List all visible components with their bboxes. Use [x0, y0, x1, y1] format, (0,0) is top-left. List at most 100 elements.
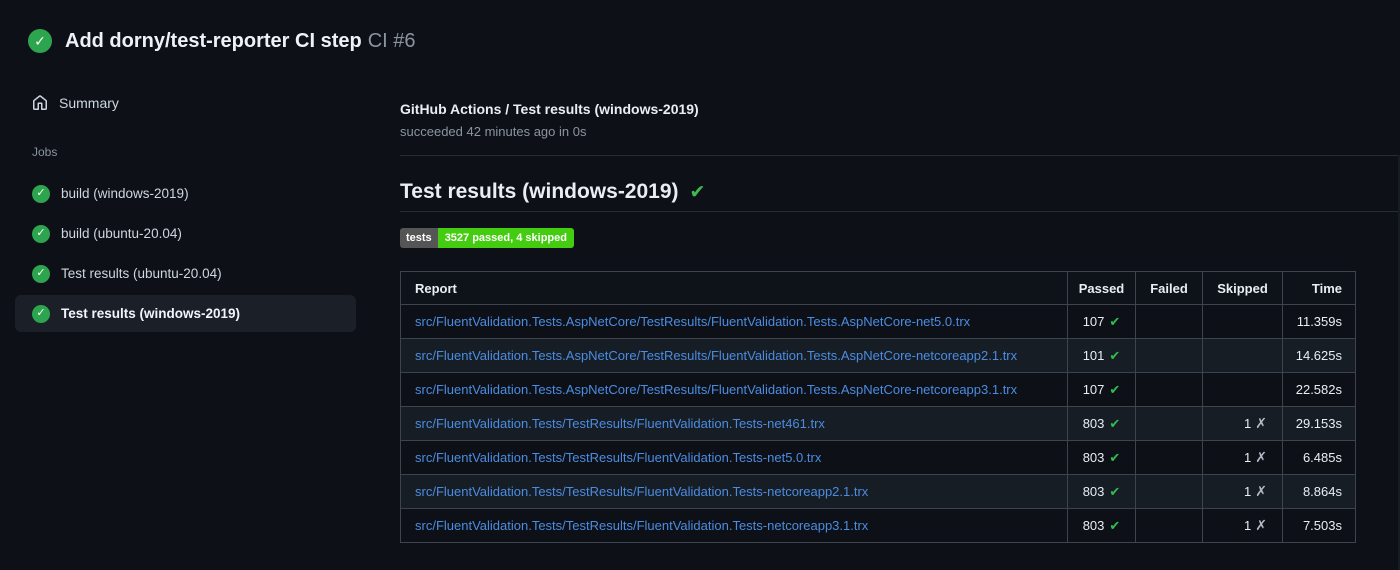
sidebar-summary-label: Summary: [59, 95, 119, 111]
check-icon: ✔: [1109, 517, 1121, 533]
sidebar-item-test-results-windows[interactable]: ✓ Test results (windows-2019): [15, 295, 356, 332]
skipped-cell: [1202, 372, 1283, 407]
passed-count: 803: [1082, 415, 1105, 431]
check-glyph: ✓: [34, 33, 46, 49]
time-cell: 29.153s: [1282, 406, 1356, 441]
check-icon: ✔: [1109, 415, 1121, 431]
time-cell: 8.864s: [1282, 474, 1356, 509]
run-number: CI #6: [367, 29, 416, 52]
badge-label: tests: [400, 228, 438, 248]
passed-cell: 803 ✔: [1067, 508, 1136, 543]
jobs-section-label: Jobs: [32, 145, 58, 159]
test-results-table: Report Passed Failed Skipped Time src/Fl…: [400, 271, 1356, 543]
skipped-count: 1: [1244, 484, 1252, 499]
report-link[interactable]: src/FluentValidation.Tests.AspNetCore/Te…: [415, 348, 1017, 363]
failed-cell: [1135, 406, 1203, 441]
time-cell: 14.625s: [1282, 338, 1356, 373]
passed-cell: 803 ✔: [1067, 406, 1136, 441]
check-glyph: ✓: [36, 187, 46, 199]
sidebar-item-test-results-ubuntu[interactable]: ✓ Test results (ubuntu-20.04): [15, 255, 356, 292]
skipped-cell: 1 ✗: [1202, 406, 1283, 441]
time-cell: 22.582s: [1282, 372, 1356, 407]
badge-value: 3527 passed, 4 skipped: [437, 228, 574, 248]
skipped-cell: 1 ✗: [1202, 440, 1283, 475]
report-link[interactable]: src/FluentValidation.Tests.AspNetCore/Te…: [415, 382, 1017, 397]
passed-count: 107: [1082, 381, 1105, 397]
job-label: Test results (windows-2019): [61, 306, 241, 321]
skipped-count: 1: [1244, 518, 1252, 533]
check-icon: ✔: [1109, 313, 1121, 329]
column-header-report: Report: [400, 271, 1068, 305]
sidebar: Summary Jobs ✓ build (windows-2019) ✓ bu…: [15, 85, 356, 335]
report-link[interactable]: src/FluentValidation.Tests.AspNetCore/Te…: [415, 314, 970, 329]
report-link[interactable]: src/FluentValidation.Tests/TestResults/F…: [415, 518, 868, 533]
table-row: src/FluentValidation.Tests/TestResults/F…: [400, 474, 1356, 509]
check-icon: ✔: [1109, 347, 1121, 363]
tests-badge: tests 3527 passed, 4 skipped: [400, 228, 574, 248]
job-success-icon: ✓: [32, 264, 50, 283]
report-link[interactable]: src/FluentValidation.Tests/TestResults/F…: [415, 484, 868, 499]
run-status-text: succeeded 42 minutes ago in 0s: [400, 124, 587, 139]
check-glyph: ✓: [36, 227, 46, 239]
divider: [400, 155, 1400, 156]
check-icon: ✔: [1109, 483, 1121, 499]
time-cell: 7.503s: [1282, 508, 1356, 543]
table-row: src/FluentValidation.Tests.AspNetCore/Te…: [400, 304, 1356, 339]
passed-cell: 803 ✔: [1067, 440, 1136, 475]
skipped-cell: [1202, 338, 1283, 373]
cross-icon: ✗: [1255, 517, 1267, 533]
table-row: src/FluentValidation.Tests.AspNetCore/Te…: [400, 338, 1356, 373]
failed-cell: [1135, 372, 1203, 407]
passed-count: 803: [1082, 483, 1105, 499]
run-title-text: Add dorny/test-reporter CI step: [65, 29, 362, 52]
passed-count: 803: [1082, 517, 1105, 533]
table-row: src/FluentValidation.Tests/TestResults/F…: [400, 406, 1356, 441]
check-icon: ✔: [1109, 381, 1121, 397]
skipped-count: 1: [1244, 416, 1252, 431]
cross-icon: ✗: [1255, 449, 1267, 465]
section-title: Test results (windows-2019) ✔: [400, 180, 705, 204]
sidebar-item-build-ubuntu[interactable]: ✓ build (ubuntu-20.04): [15, 215, 356, 252]
page-title: Add dorny/test-reporter CI step CI #6: [65, 30, 416, 53]
job-success-icon: ✓: [32, 224, 50, 243]
passed-count: 101: [1082, 347, 1105, 363]
run-header: ✓ Add dorny/test-reporter CI step CI #6: [28, 29, 416, 53]
passed-cell: 803 ✔: [1067, 474, 1136, 509]
table-row: src/FluentValidation.Tests/TestResults/F…: [400, 440, 1356, 475]
job-label: build (windows-2019): [61, 186, 189, 201]
skipped-cell: [1202, 304, 1283, 339]
failed-cell: [1135, 338, 1203, 373]
job-list: ✓ build (windows-2019) ✓ build (ubuntu-2…: [15, 175, 356, 332]
section-check-icon: ✔: [689, 182, 706, 203]
run-success-icon: ✓: [28, 29, 52, 53]
failed-cell: [1135, 508, 1203, 543]
cross-icon: ✗: [1255, 415, 1267, 431]
divider: [400, 211, 1400, 212]
job-success-icon: ✓: [32, 304, 50, 323]
column-header-skipped: Skipped: [1202, 271, 1283, 305]
section-title-text: Test results (windows-2019): [400, 180, 679, 203]
passed-cell: 107 ✔: [1067, 304, 1136, 339]
column-header-failed: Failed: [1135, 271, 1203, 305]
skipped-cell: 1 ✗: [1202, 474, 1283, 509]
home-icon: [33, 95, 47, 110]
skipped-count: 1: [1244, 450, 1252, 465]
sidebar-item-summary[interactable]: Summary: [15, 85, 356, 121]
failed-cell: [1135, 304, 1203, 339]
check-glyph: ✓: [36, 267, 46, 279]
breadcrumb: GitHub Actions / Test results (windows-2…: [400, 101, 699, 117]
report-link[interactable]: src/FluentValidation.Tests/TestResults/F…: [415, 416, 825, 431]
table-row: src/FluentValidation.Tests/TestResults/F…: [400, 508, 1356, 543]
table-header-row: Report Passed Failed Skipped Time: [400, 271, 1356, 305]
report-link[interactable]: src/FluentValidation.Tests/TestResults/F…: [415, 450, 821, 465]
column-header-time: Time: [1282, 271, 1356, 305]
check-glyph: ✓: [36, 307, 46, 319]
passed-count: 107: [1082, 313, 1105, 329]
time-cell: 6.485s: [1282, 440, 1356, 475]
time-cell: 11.359s: [1282, 304, 1356, 339]
cross-icon: ✗: [1255, 483, 1267, 499]
skipped-cell: 1 ✗: [1202, 508, 1283, 543]
sidebar-item-build-windows[interactable]: ✓ build (windows-2019): [15, 175, 356, 212]
failed-cell: [1135, 440, 1203, 475]
check-icon: ✔: [1109, 449, 1121, 465]
